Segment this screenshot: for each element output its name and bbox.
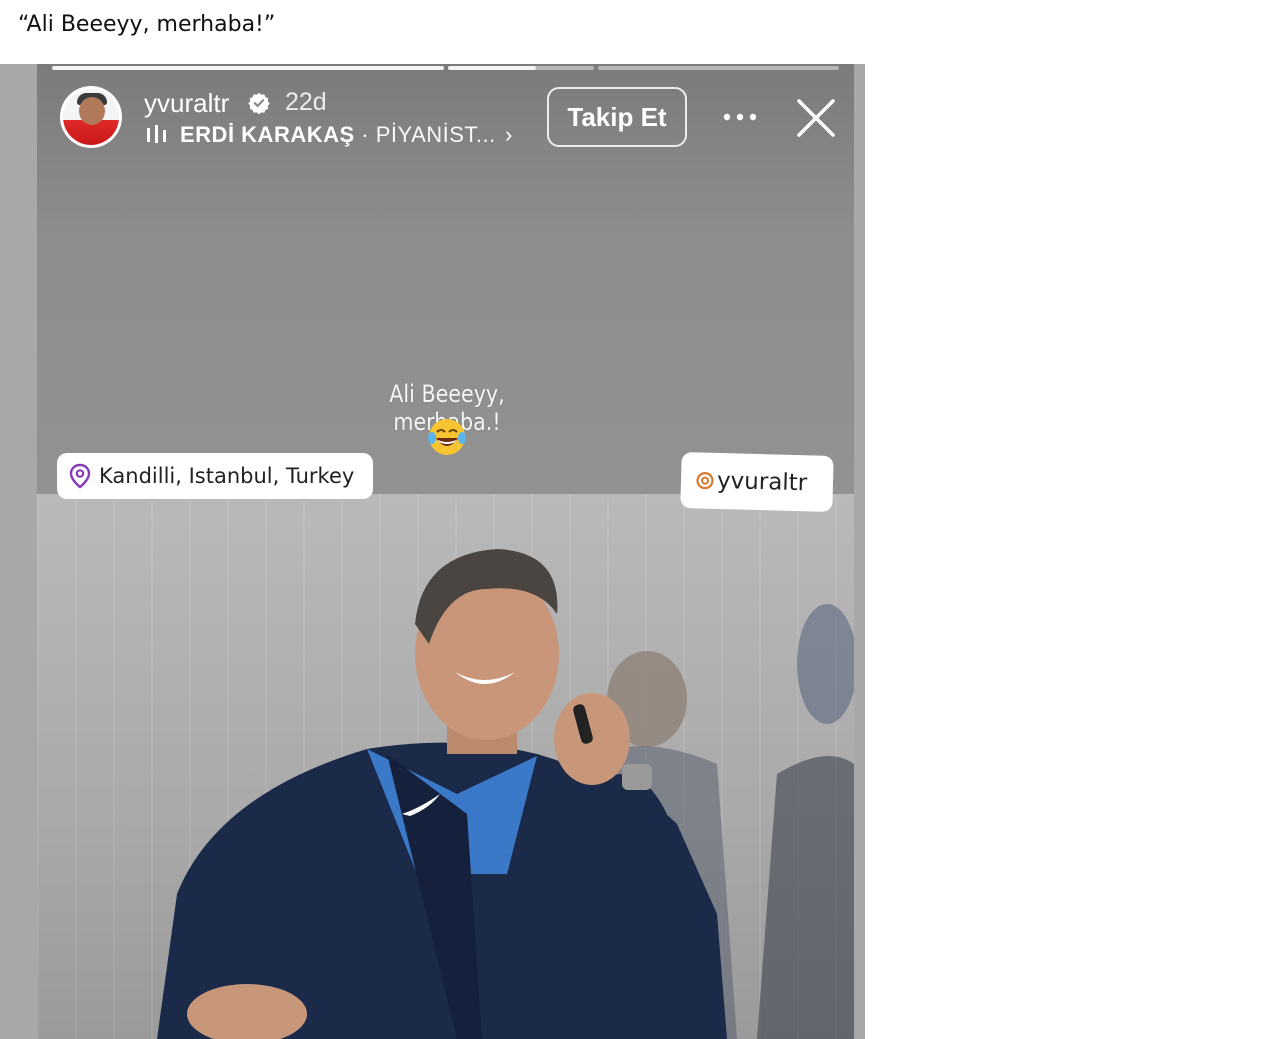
- follow-button[interactable]: Takip Et: [547, 87, 687, 147]
- story-progress-bar-2: [448, 66, 594, 70]
- chevron-right-icon[interactable]: ›: [505, 122, 512, 148]
- music-separator: ·: [354, 122, 376, 147]
- instagram-story-viewer[interactable]: yvuraltr 22d ERDİ KARAKAŞ · PİYANİST... …: [0, 64, 865, 1039]
- location-label: Kandilli, Istanbul, Turkey: [99, 464, 355, 488]
- location-sticker[interactable]: Kandilli, Istanbul, Turkey: [57, 453, 373, 499]
- story-progress-bar-3: [598, 66, 839, 70]
- threads-icon: [696, 472, 714, 490]
- story-progress-bar-1: [52, 66, 444, 70]
- profile-avatar[interactable]: [60, 86, 122, 148]
- avatar-image: [63, 89, 119, 145]
- post-caption: “Ali Beeeyy, merhaba!”: [18, 12, 276, 37]
- more-options-button[interactable]: [718, 100, 762, 134]
- mention-label: yvuraltr: [716, 467, 808, 497]
- man-on-phone-photo: [157, 549, 854, 1039]
- location-pin-icon: [69, 463, 91, 489]
- story-username[interactable]: yvuraltr: [144, 88, 229, 119]
- laughing-emoji-icon: [428, 419, 466, 455]
- mention-sticker[interactable]: yvuraltr: [680, 452, 834, 512]
- music-song: PİYANİST...: [375, 122, 496, 147]
- close-button[interactable]: [794, 96, 838, 140]
- music-artist: ERDİ KARAKAŞ: [180, 122, 355, 147]
- story-photo: [37, 494, 854, 1039]
- close-icon: [797, 99, 835, 137]
- verified-badge-icon: [248, 92, 270, 114]
- story-music-info[interactable]: ERDİ KARAKAŞ · PİYANİST...: [180, 122, 496, 148]
- story-time: 22d: [285, 88, 327, 116]
- music-bars-icon: [147, 125, 166, 143]
- more-horizontal-icon: [723, 113, 757, 121]
